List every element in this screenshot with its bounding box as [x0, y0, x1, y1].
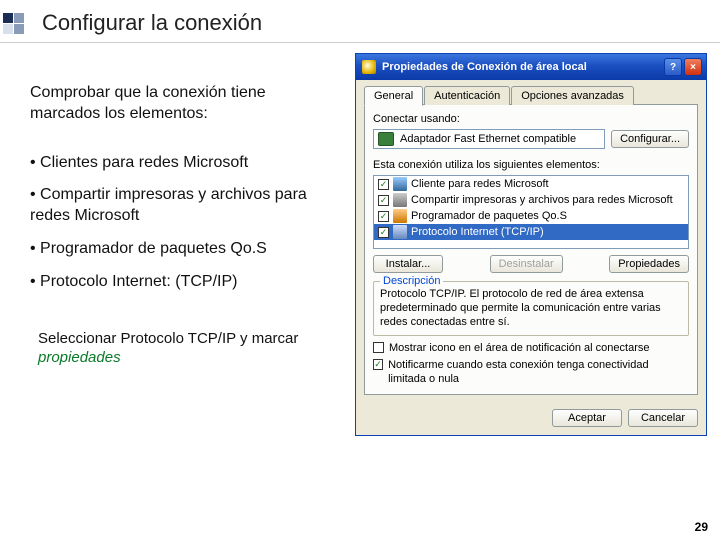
- checkbox-icon[interactable]: ✓: [378, 195, 389, 206]
- list-item-selected[interactable]: ✓ Protocolo Internet (TCP/IP): [374, 224, 688, 240]
- notify-limited-option[interactable]: ✓ Notificarme cuando esta conexión tenga…: [373, 359, 689, 385]
- window-title: Propiedades de Conexión de área local: [382, 61, 662, 73]
- bullet-tcpip: • Protocolo Internet: (TCP/IP): [30, 272, 335, 293]
- tab-general[interactable]: General: [364, 86, 423, 106]
- list-item[interactable]: ✓ Compartir impresoras y archivos para r…: [374, 192, 688, 208]
- nic-icon: [378, 132, 394, 146]
- properties-dialog: Propiedades de Conexión de área local ? …: [355, 53, 707, 436]
- elements-label: Esta conexión utiliza los siguientes ele…: [373, 159, 689, 171]
- checkbox-icon[interactable]: [373, 342, 384, 353]
- install-button[interactable]: Instalar...: [373, 255, 443, 273]
- connection-icon: [362, 60, 376, 74]
- connect-using-label: Conectar usando:: [373, 113, 689, 125]
- checkbox-icon[interactable]: ✓: [378, 227, 389, 238]
- tab-authentication[interactable]: Autenticación: [424, 86, 510, 105]
- bullet-share: • Compartir impresoras y archivos para r…: [30, 185, 335, 227]
- description-legend: Descripción: [380, 275, 443, 287]
- client-icon: [393, 177, 407, 191]
- elements-listbox[interactable]: ✓ Cliente para redes Microsoft ✓ Compart…: [373, 175, 689, 249]
- checkbox-icon[interactable]: ✓: [378, 211, 389, 222]
- adapter-name: Adaptador Fast Ethernet compatible: [400, 133, 576, 145]
- tab-strip: General Autenticación Opciones avanzadas: [364, 86, 698, 105]
- titlebar[interactable]: Propiedades de Conexión de área local ? …: [356, 54, 706, 80]
- checkbox-icon[interactable]: ✓: [378, 179, 389, 190]
- show-tray-option[interactable]: Mostrar icono en el área de notificación…: [373, 342, 689, 355]
- properties-button[interactable]: Propiedades: [609, 255, 689, 273]
- ok-button[interactable]: Aceptar: [552, 409, 622, 427]
- list-item[interactable]: ✓ Programador de paquetes Qo.S: [374, 208, 688, 224]
- description-group: Descripción Protocolo TCP/IP. El protoco…: [373, 281, 689, 336]
- tcpip-icon: [393, 225, 407, 239]
- uninstall-button: Desinstalar: [490, 255, 563, 273]
- qos-icon: [393, 209, 407, 223]
- bullet-clients: • Clientes para redes Microsoft: [30, 153, 335, 174]
- intro-text: Comprobar que la conexión tiene marcados…: [30, 83, 335, 125]
- configure-button[interactable]: Configurar...: [611, 130, 689, 148]
- bullet-qos: • Programador de paquetes Qo.S: [30, 239, 335, 260]
- help-button[interactable]: ?: [664, 58, 682, 76]
- adapter-field[interactable]: Adaptador Fast Ethernet compatible: [373, 129, 605, 149]
- checkbox-icon[interactable]: ✓: [373, 359, 383, 370]
- description-text: Protocolo TCP/IP. El protocolo de red de…: [380, 288, 682, 329]
- header-decoration: [0, 13, 32, 34]
- close-button[interactable]: ×: [684, 58, 702, 76]
- list-item[interactable]: ✓ Cliente para redes Microsoft: [374, 176, 688, 192]
- cancel-button[interactable]: Cancelar: [628, 409, 698, 427]
- page-number: 29: [695, 520, 708, 534]
- tab-advanced[interactable]: Opciones avanzadas: [511, 86, 634, 105]
- share-icon: [393, 193, 407, 207]
- instruction-note: Seleccionar Protocolo TCP/IP y marcar pr…: [30, 329, 335, 368]
- slide-header: Configurar la conexión: [0, 0, 720, 43]
- slide-title: Configurar la conexión: [42, 10, 262, 36]
- slide-body-text: Comprobar que la conexión tiene marcados…: [0, 43, 355, 529]
